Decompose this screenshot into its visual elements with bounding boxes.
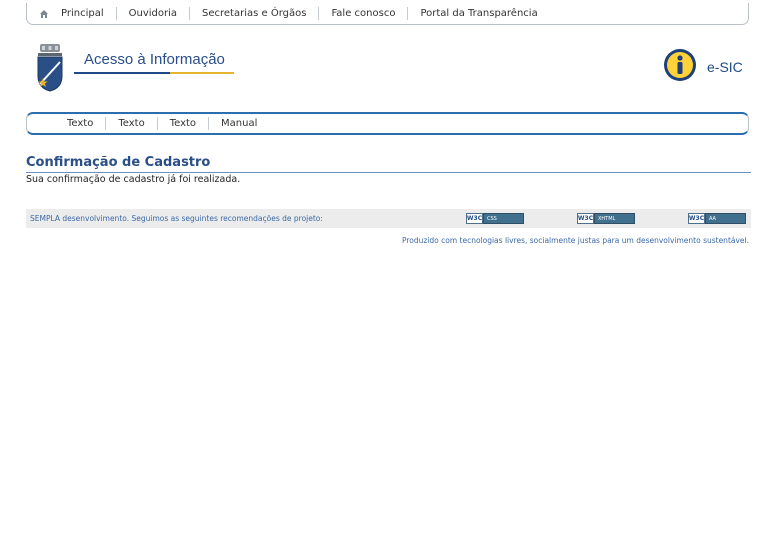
brand-title: Acesso à Informação <box>84 51 225 68</box>
w3c-logo-icon: W3C <box>577 213 594 224</box>
topnav-item-fale-conosco[interactable]: Fale conosco <box>318 7 407 20</box>
subnav-item-texto-1[interactable]: Texto <box>55 117 105 130</box>
title-divider <box>26 172 751 173</box>
w3c-aa-badge[interactable]: W3C AA <box>688 213 746 224</box>
w3c-logo-icon: W3C <box>466 213 483 224</box>
esic-label: e-SIC <box>707 59 743 75</box>
secondary-navigation: Texto Texto Texto Manual <box>26 112 749 135</box>
confirmation-message: Sua confirmação de cadastro já foi reali… <box>26 174 241 185</box>
footer-bar: SEMPLA desenvolvimento. Seguimos as segu… <box>26 209 751 228</box>
footer-note: Produzido com tecnologias livres, social… <box>401 236 749 245</box>
topnav-item-ouvidoria[interactable]: Ouvidoria <box>115 7 189 20</box>
w3c-css-badge[interactable]: W3C CSS <box>466 213 524 224</box>
w3c-logo-icon: W3C <box>688 213 705 224</box>
badge-label: CSS <box>483 213 524 224</box>
page-title: Confirmação de Cadastro <box>26 155 211 170</box>
subnav-item-texto-2[interactable]: Texto <box>105 117 156 130</box>
topnav-item-secretarias[interactable]: Secretarias e Órgãos <box>189 7 318 20</box>
brand-underline <box>74 72 234 74</box>
topnav-item-principal[interactable]: Principal <box>61 7 116 20</box>
top-navigation: Principal Ouvidoria Secretarias e Órgãos… <box>26 3 749 25</box>
home-icon[interactable] <box>39 8 51 20</box>
topnav-item-transparencia[interactable]: Portal da Transparência <box>407 7 549 20</box>
badge-label: AA <box>705 213 746 224</box>
footer-text: SEMPLA desenvolvimento. Seguimos as segu… <box>30 214 323 223</box>
subnav-item-texto-3[interactable]: Texto <box>156 117 208 130</box>
info-icon <box>663 48 697 82</box>
w3c-xhtml-badge[interactable]: W3C XHTML <box>577 213 635 224</box>
coat-of-arms-logo <box>34 44 66 92</box>
badge-label: XHTML <box>594 213 635 224</box>
subnav-item-manual[interactable]: Manual <box>208 117 269 130</box>
